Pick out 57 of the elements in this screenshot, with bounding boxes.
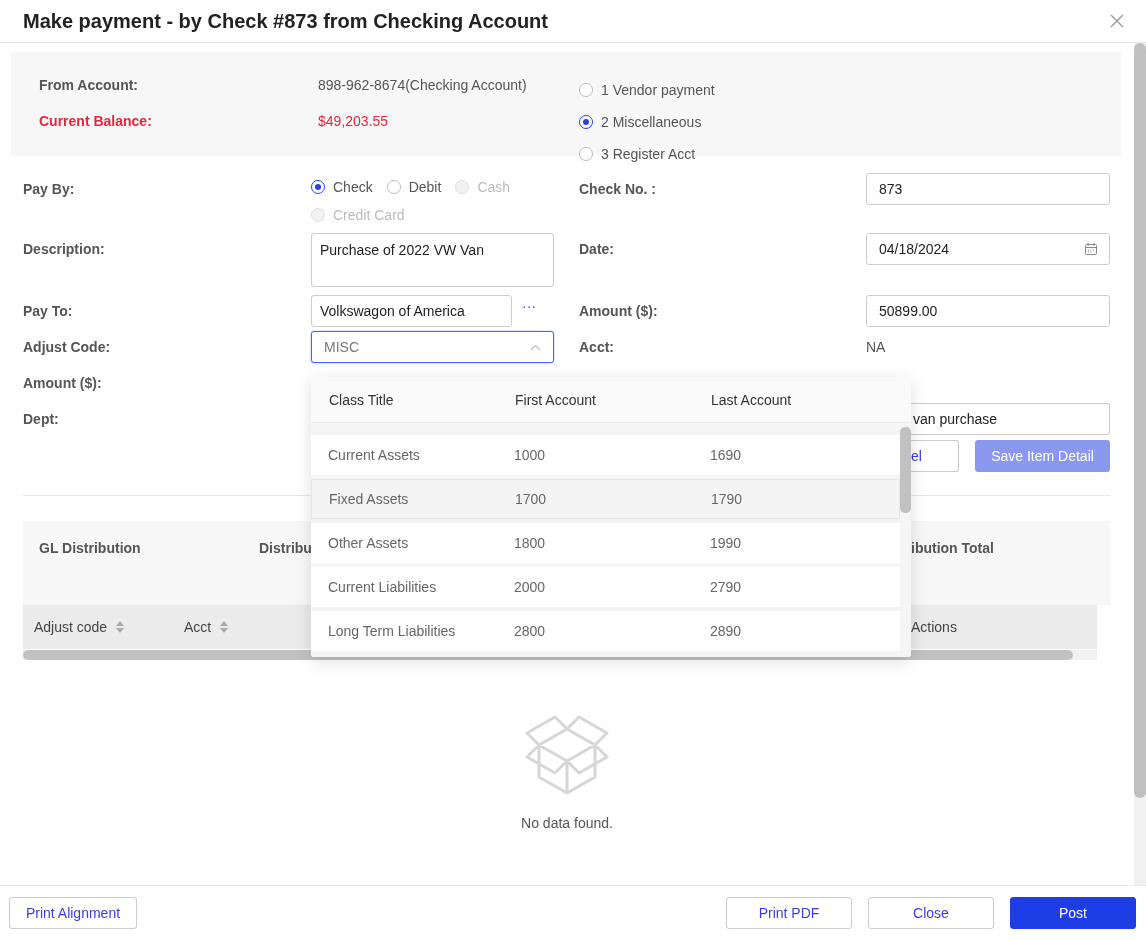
description-label: Description: — [23, 240, 106, 259]
more-button[interactable]: ··· — [522, 295, 536, 317]
empty-message: No data found. — [521, 815, 613, 831]
dropdown-option[interactable]: Current Liabilities 2000 2790 — [311, 567, 900, 607]
radio-option[interactable]: Debit — [386, 176, 442, 198]
dropdown-option[interactable]: Long Term Liabilities 2800 2890 — [311, 611, 900, 651]
amount-field[interactable]: 50899.00 — [866, 295, 1110, 327]
column-header: First Account — [515, 391, 597, 408]
amount-label: Amount ($): — [23, 374, 103, 393]
from-account-value: 898-962-8674(Checking Account) — [318, 76, 528, 95]
cancel-button[interactable]: el — [911, 440, 959, 472]
dropdown-option[interactable]: Other Assets 1800 1990 — [311, 523, 900, 563]
panel-heading: GL Distribution — [39, 539, 142, 558]
empty-box-icon — [524, 715, 610, 797]
check-number-field[interactable]: 873 — [866, 173, 1110, 205]
post-button[interactable]: Post — [1010, 897, 1136, 929]
column-header: Class Title — [329, 391, 395, 408]
column-header: Last Account — [711, 391, 792, 408]
acct-value: NA — [866, 338, 887, 357]
panel-heading: ibution Total — [911, 539, 994, 558]
pay-to-field[interactable]: Volkswagon of America — [311, 295, 512, 327]
pay-to-label: Pay To: — [23, 302, 74, 321]
close-icon[interactable] — [1110, 14, 1124, 28]
close-button[interactable]: Close — [868, 897, 994, 929]
date-field[interactable]: 04/18/2024 — [866, 233, 1110, 265]
column-header[interactable]: Acct — [184, 619, 311, 635]
print-pdf-button[interactable]: Print PDF — [726, 897, 852, 929]
pay-by-label: Pay By: — [23, 180, 76, 199]
dropdown-option[interactable]: Fixed Assets 1700 1790 — [311, 479, 900, 519]
check-number-label: Check No. : — [579, 180, 657, 199]
date-label: Date: — [579, 240, 615, 259]
calendar-icon — [1085, 243, 1097, 255]
caret-icon — [530, 343, 541, 351]
dropdown-scrollbar[interactable] — [900, 427, 911, 513]
amount-label: Amount ($): — [579, 302, 659, 321]
sort-icon — [220, 621, 229, 633]
adjust-code-label: Adjust Code: — [23, 338, 112, 357]
radio-option[interactable]: 3 Register Acct — [579, 143, 715, 165]
current-balance-label: Current Balance: — [39, 112, 153, 131]
column-header[interactable]: Adjust code — [34, 619, 184, 635]
acct-label: Acct: — [579, 338, 615, 357]
radio-option[interactable]: 1 Vendor payment — [579, 79, 715, 101]
dropdown-option[interactable]: Current Assets 1000 1690 — [311, 435, 900, 475]
radio-option[interactable]: Check — [311, 176, 373, 198]
from-account-label: From Account: — [39, 76, 140, 95]
current-balance-value: $49,203.55 — [318, 112, 390, 131]
radio-option[interactable]: 2 Miscellaneous — [579, 111, 715, 133]
vertical-scrollbar[interactable] — [1134, 43, 1146, 885]
column-header[interactable]: Actions — [911, 619, 957, 635]
adjust-code-select[interactable]: MISC — [311, 331, 554, 363]
description-field[interactable]: Purchase of 2022 VW Van — [311, 233, 554, 287]
memo-field[interactable]: van purchase — [911, 403, 1110, 435]
sort-icon — [116, 621, 125, 633]
dept-label: Dept: — [23, 410, 60, 429]
dialog-title: Make payment - by Check #873 from Checking Account — [23, 9, 548, 33]
panel-heading: Distribu — [259, 539, 311, 558]
print-alignment-button[interactable]: Print Alignment — [9, 897, 137, 929]
